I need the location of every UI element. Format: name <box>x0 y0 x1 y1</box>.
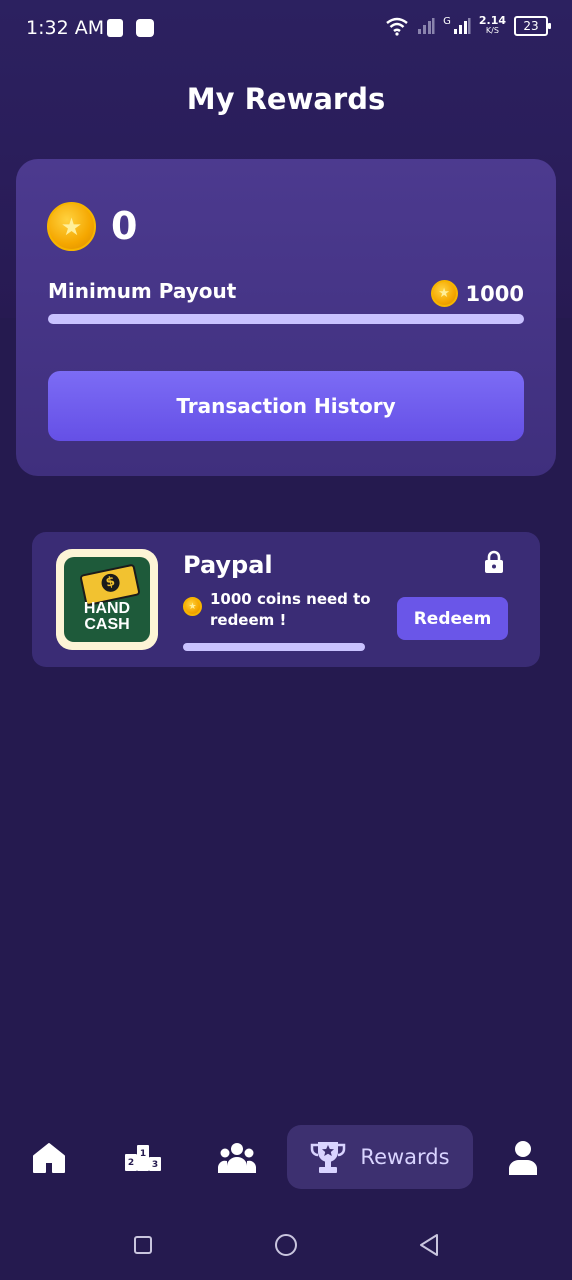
minimum-payout-label: Minimum Payout <box>48 279 237 303</box>
home-system-button[interactable] <box>273 1232 299 1258</box>
balance-card: ★ 0 Minimum Payout ★ 1000 Transaction Hi… <box>16 159 556 476</box>
battery-indicator: 23 <box>514 16 551 36</box>
svg-text:3: 3 <box>152 1160 158 1170</box>
status-time: 1:32 AM <box>26 17 105 39</box>
back-triangle-icon <box>420 1234 438 1256</box>
coin-icon: ★ <box>183 597 202 616</box>
circle-icon <box>275 1234 297 1256</box>
community-icon <box>218 1143 256 1173</box>
thumbnail-text-line2: CASH <box>84 616 130 633</box>
hand-cash-logo: $ HAND CASH <box>64 557 150 642</box>
nav-community[interactable] <box>210 1120 264 1196</box>
nav-rewards-label: Rewards <box>360 1145 450 1169</box>
net-speed-value: 2.14 <box>478 14 506 27</box>
minimum-payout-value: 1000 <box>465 281 524 306</box>
status-bar: 1:32 AM G 2.14 K/S 23 <box>0 0 572 58</box>
transaction-history-button[interactable]: Transaction History <box>48 371 524 441</box>
reward-card-paypal: $ HAND CASH Paypal ★ 1000 coins need to … <box>32 532 540 667</box>
status-indicators: G 2.14 K/S 23 <box>385 14 551 36</box>
notification-square-icon <box>136 19 154 37</box>
network-type: G <box>443 15 451 27</box>
profile-icon <box>509 1141 537 1175</box>
payout-progress-bar <box>48 314 524 324</box>
bottom-nav: 1 2 3 Rewards <box>0 1120 572 1196</box>
thumbnail-text-line1: HAND <box>83 600 131 617</box>
net-speed-unit: K/S <box>485 26 499 35</box>
minimum-payout-amount: ★ 1000 <box>430 280 524 307</box>
nav-leaderboard[interactable]: 1 2 3 <box>116 1120 170 1196</box>
redeem-button[interactable]: Redeem <box>397 597 508 640</box>
reward-name: Paypal <box>183 551 273 579</box>
thumbnail-currency-symbol: $ <box>99 572 122 594</box>
reward-progress-bar <box>183 643 365 651</box>
wifi-icon <box>386 17 408 36</box>
notification-app-icon <box>107 19 123 37</box>
reward-thumbnail: $ HAND CASH <box>56 549 158 650</box>
nav-rewards[interactable]: Rewards <box>287 1125 473 1189</box>
svg-text:2: 2 <box>128 1158 134 1168</box>
coin-icon: ★ <box>430 280 458 307</box>
net-speed: 2.14 K/S <box>478 14 506 36</box>
leaderboard-icon: 1 2 3 <box>125 1145 161 1171</box>
nav-home[interactable] <box>22 1120 76 1196</box>
nav-profile[interactable] <box>496 1120 550 1196</box>
coin-balance: 0 <box>111 204 138 248</box>
signal-icon <box>453 18 471 34</box>
coin-icon: ★ <box>47 202 96 251</box>
back-button[interactable] <box>416 1232 442 1258</box>
page-title: My Rewards <box>186 82 386 116</box>
thumbnail-text: HAND CASH <box>64 601 150 633</box>
svg-text:1: 1 <box>140 1149 146 1159</box>
trophy-icon <box>311 1142 346 1173</box>
lock-icon <box>485 550 503 573</box>
signal-weak-icon <box>418 18 435 34</box>
reward-requirement-text: 1000 coins need to redeem ! <box>210 590 371 629</box>
reward-requirement: ★ 1000 coins need to redeem ! <box>183 589 373 631</box>
home-icon <box>33 1143 65 1173</box>
recents-button[interactable] <box>130 1232 156 1258</box>
system-navigation-bar <box>0 1210 572 1280</box>
square-icon <box>134 1236 152 1254</box>
